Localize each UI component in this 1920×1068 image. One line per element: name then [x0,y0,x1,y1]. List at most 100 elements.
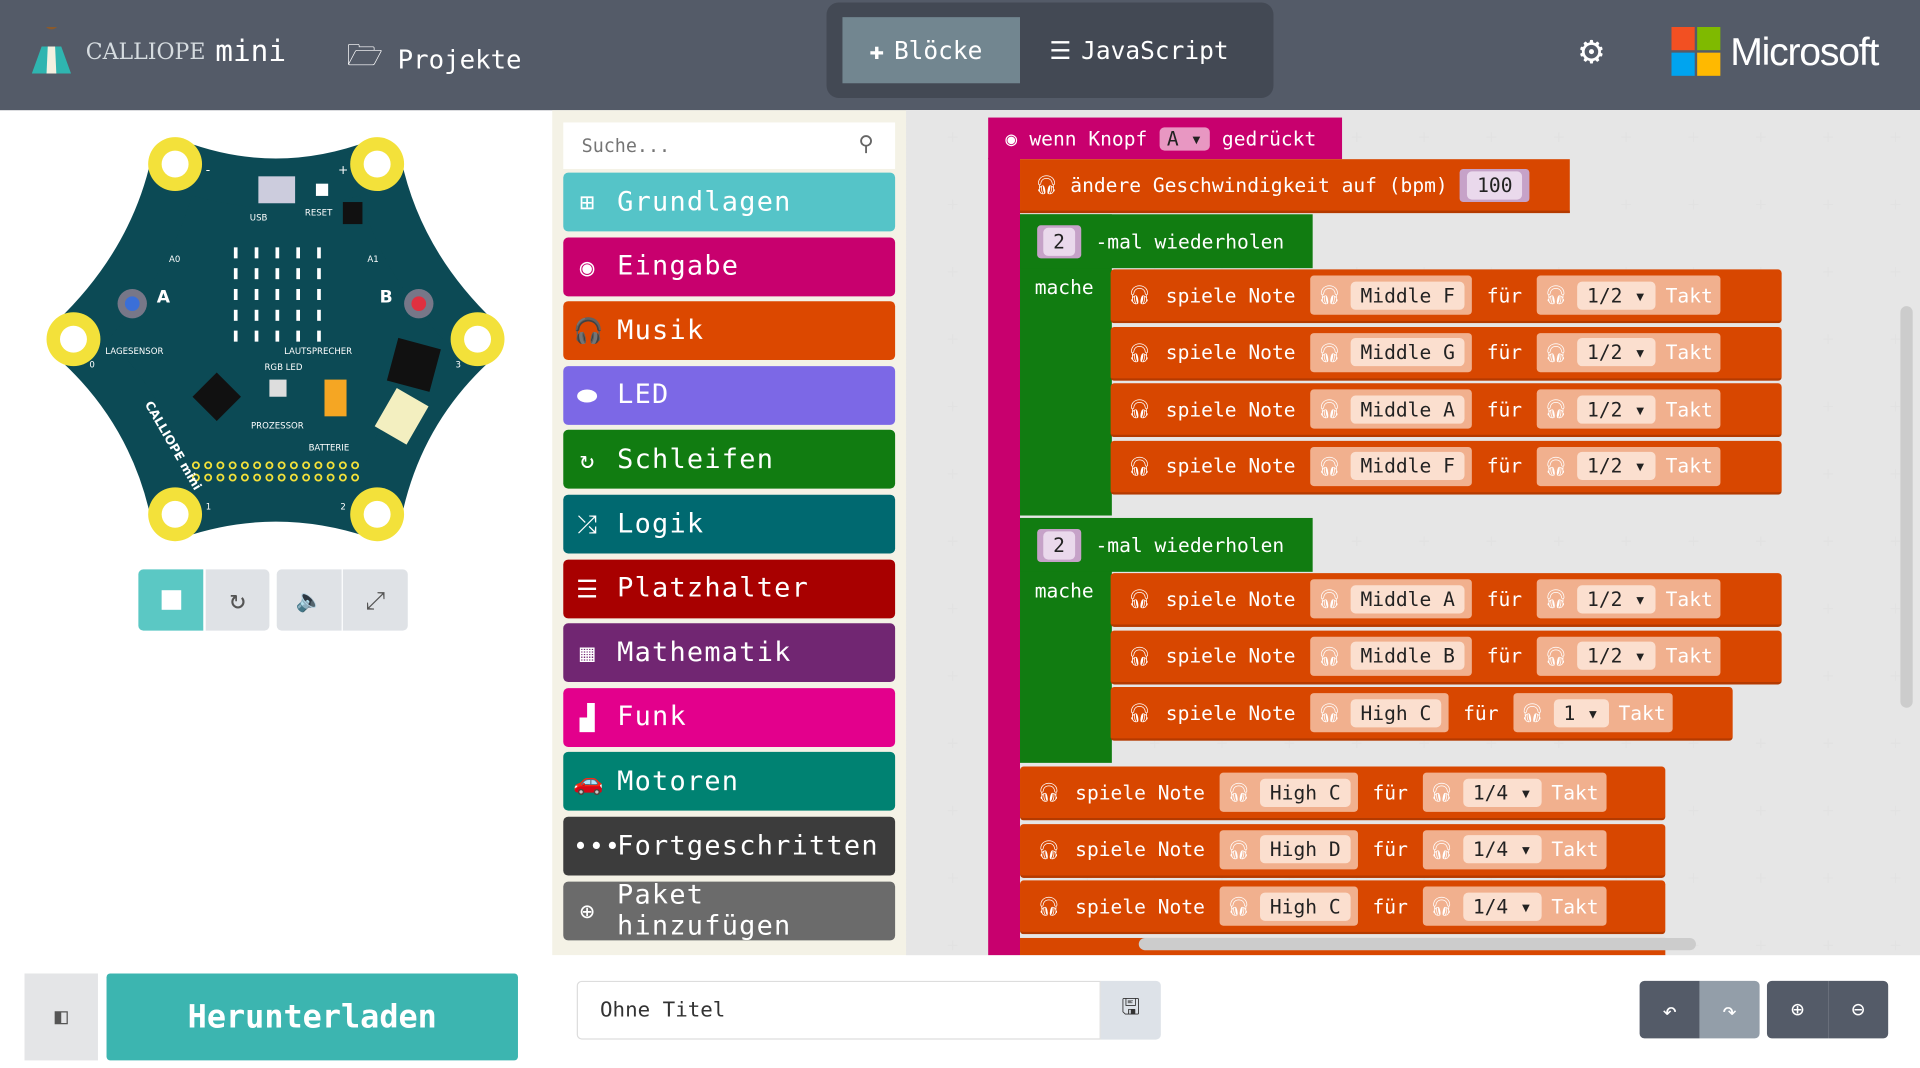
grid-mark [1755,805,1766,816]
save-disk-icon: 🖫 [1121,994,1141,1021]
projects-button[interactable]: 🗁 Projekte [347,34,522,84]
blocks-workspace[interactable]: ◉ wenn Knopf A ▾ gedrückt 🎧︎ ändere Geschwind… [906,110,1920,956]
note-value[interactable]: High C [1260,778,1351,807]
for-text: für [1486,283,1523,307]
lautsprecher-label: LAUTSPRECHER [284,347,352,357]
save-button[interactable]: 🖫 [1100,980,1161,1040]
beat-dropdown[interactable]: 1/2 ▾ [1577,641,1656,670]
category-funk[interactable]: ▟ Funk [563,687,896,747]
led-pixel [275,268,280,280]
collapse-simulator-button[interactable]: ◧ [24,973,98,1061]
zoom-in-button[interactable]: ⊕ [1766,980,1829,1039]
grid-mark [1755,738,1766,749]
beat-dropdown[interactable]: 1/4 ▾ [1463,835,1542,864]
calliope-logo[interactable]: CALLIOPE mini [27,26,286,76]
event-block-header[interactable]: ◉ wenn Knopf A ▾ gedrückt [988,117,1343,160]
sound-button[interactable]: 🔈 [276,569,342,631]
code-lines-icon: ☰ [1049,35,1072,65]
grid-mark [1823,805,1834,816]
play-note-block[interactable]: 🎧︎ spiele Note 🎧︎ Middle F für 🎧︎ 1/2 ▾ Takt [1110,440,1782,495]
headphones-icon: 🎧︎ [1317,398,1341,421]
calliope-board[interactable]: USB RESET A0 A1 LAGESENSOR LAUTSPRECHER … [37,122,527,563]
category-schleifen[interactable]: ↻ Schleifen [563,430,896,490]
category-paket-hinzufügen[interactable]: ⊕ Paket hinzufügen [563,880,896,941]
category-platzhalter[interactable]: ☰ Platzhalter [563,559,896,618]
category-logik[interactable]: ⤮ Logik [563,494,896,554]
note-value[interactable]: High C [1350,698,1442,727]
category-led[interactable]: ⬬ LED [563,365,896,425]
redo-button[interactable]: ↷ [1699,980,1760,1039]
vertical-scrollbar[interactable] [1900,306,1913,708]
undo-button[interactable]: ↶ [1639,980,1700,1039]
play-note-block[interactable]: 🎧︎ spiele Note 🎧︎ Middle B für 🎧︎ 1/2 ▾ Takt [1110,630,1782,684]
category-musik[interactable]: 🎧 Musik [563,301,896,361]
headphones-icon: 🎧︎ [1544,644,1568,667]
beat-dropdown[interactable]: 1/4 ▾ [1463,778,1542,807]
button-b-label[interactable]: B [380,287,393,307]
grid-mark [1823,873,1834,883]
category-motoren[interactable]: 🚗 Motoren [563,752,896,812]
play-note-block[interactable]: 🎧︎ spiele Note 🎧︎ Middle A für 🎧︎ 1/2 ▾ Takt [1110,573,1782,627]
category-eingabe[interactable]: ◉ Eingabe [563,237,896,296]
grid-mark [1890,805,1901,816]
play-note-block[interactable]: 🎧︎ spiele Note 🎧︎ Middle A für 🎧︎ 1/2 ▾ Takt [1110,383,1782,438]
category-mathematik[interactable]: ▦ Mathematik [563,623,896,683]
play-note-block[interactable]: 🎧︎ spiele Note 🎧︎ High C für 🎧︎ 1/4 ▾ Takt [1020,880,1666,935]
grid-mark [1553,536,1564,547]
beat-dropdown[interactable]: 1/4 ▾ [1463,892,1542,921]
note-value[interactable]: Middle B [1350,641,1465,670]
beat-dropdown[interactable]: 1/2 ▾ [1577,281,1656,310]
note-value[interactable]: Middle A [1350,584,1465,613]
hat-button-value: A [1166,126,1179,151]
headphones-icon: 🎧︎ [1317,587,1341,610]
takt-text: Takt [1551,780,1599,804]
beat-value: 1/4 [1472,780,1509,804]
tempo-value[interactable]: 100 [1467,170,1523,199]
tab-blocks[interactable]: ✚ Blöcke [842,17,1021,84]
button-dropdown[interactable]: A ▾ [1159,126,1210,151]
restart-button[interactable]: ↻ [205,569,270,631]
button-a-label[interactable]: A [157,287,171,307]
play-note-block[interactable]: 🎧︎ spiele Note 🎧︎ High C für 🎧︎ 1/4 ▾ Takt [1020,766,1666,821]
note-value[interactable]: High C [1260,892,1351,921]
play-note-block[interactable]: 🎧︎ spiele Note 🎧︎ Middle F für 🎧︎ 1/2 ▾ Takt [1110,269,1782,324]
grid-mark [947,873,958,883]
note-value[interactable]: Middle F [1350,281,1465,310]
tab-javascript[interactable]: ☰ JavaScript [1022,17,1255,83]
note-value[interactable]: Middle G [1350,338,1465,367]
note-value[interactable]: Middle F [1350,452,1465,481]
category-fortgeschritten[interactable]: ••• Fortgeschritten [563,816,896,876]
repeat-block-header[interactable]: 2 -mal wiederholen [1020,214,1313,269]
headphones-icon: 🎧︎ [1317,701,1341,724]
set-tempo-block[interactable]: 🎧︎ ändere Geschwindigkeit auf (bpm) 100 [1020,159,1570,214]
search-input[interactable] [563,122,896,169]
settings-gear-icon[interactable]: ⚙ [1580,27,1604,74]
category-icon: ▦ [579,638,596,668]
project-name-input[interactable] [576,980,1101,1040]
beat-dropdown[interactable]: 1/2 ▾ [1577,584,1656,613]
search-icon[interactable]: ⚲ [858,132,873,156]
repeat-count[interactable]: 2 [1043,227,1075,256]
beat-dropdown[interactable]: 1/2 ▾ [1577,338,1656,367]
horizontal-scrollbar[interactable] [1138,937,1696,951]
zoom-out-button[interactable]: ⊖ [1828,980,1889,1039]
play-note-block[interactable]: 🎧︎ spiele Note 🎧︎ High D für 🎧︎ 1/4 ▾ Takt [1020,823,1666,878]
play-note-block[interactable]: 🎧︎ spiele Note 🎧︎ Middle G für 🎧︎ 1/2 ▾ Takt [1110,326,1782,381]
beat-dropdown[interactable]: 1/2 ▾ [1577,395,1656,424]
category-grundlagen[interactable]: ⊞ Grundlagen [563,172,896,232]
note-value[interactable]: Middle A [1350,395,1465,424]
play-note-block[interactable]: 🎧︎ spiele Note 🎧︎ High C für 🎧︎ 1 ▾ Takt [1110,687,1733,742]
fullscreen-button[interactable]: ⤢ [342,569,408,631]
mache-label: mache [1035,579,1094,602]
category-label: Grundlagen [617,186,792,218]
download-button[interactable]: Herunterladen [106,973,518,1061]
beat-dropdown[interactable]: 1 ▾ [1553,698,1609,727]
note-value[interactable]: High D [1260,835,1351,864]
beat-dropdown[interactable]: 1/2 ▾ [1577,452,1656,481]
beat-value: 1/2 [1587,340,1623,364]
microsoft-logo[interactable]: Microsoft [1671,26,1879,76]
repeat-count[interactable]: 2 [1043,530,1075,559]
stop-button[interactable] [138,569,204,631]
repeat-block-header[interactable]: 2 -mal wiederholen [1020,517,1313,572]
led-pixel [296,330,301,342]
